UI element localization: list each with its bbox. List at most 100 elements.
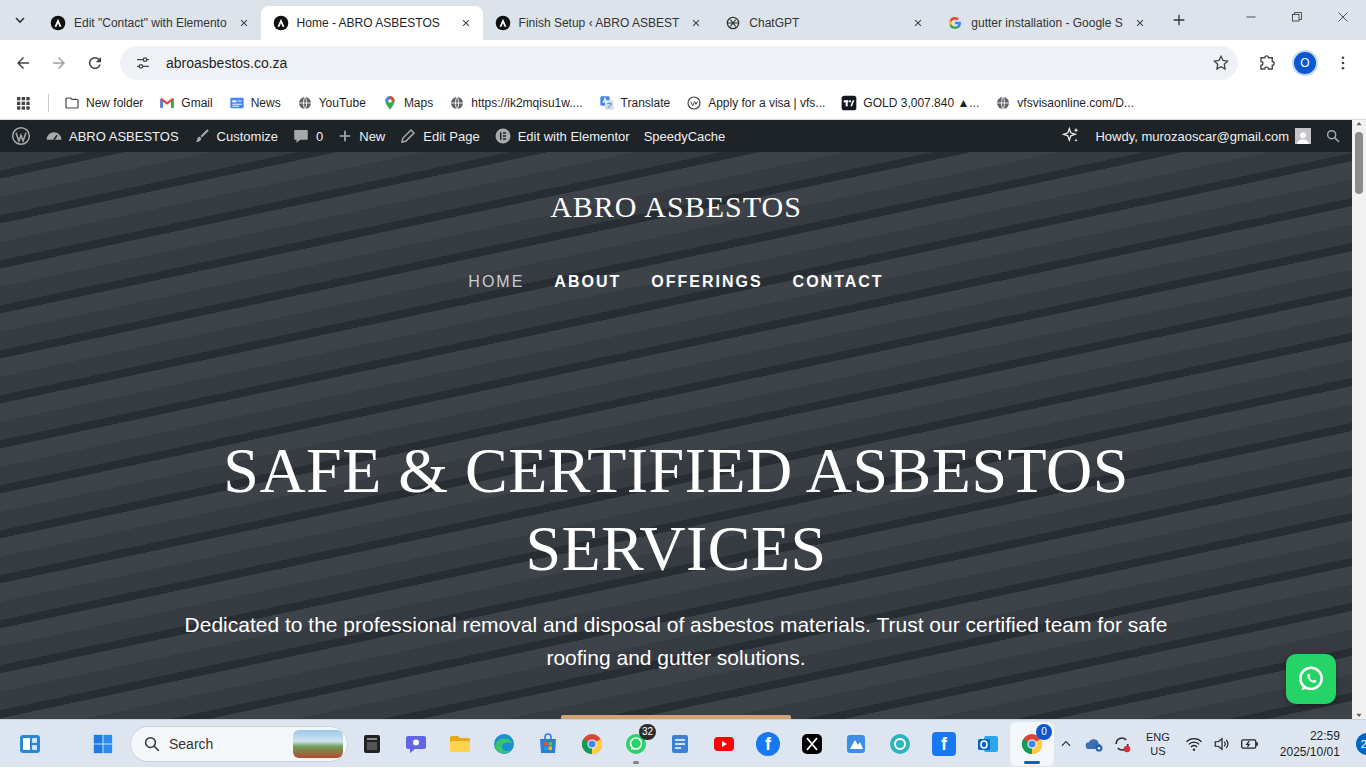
notification-badge: 0 (1036, 724, 1052, 740)
close-icon[interactable] (687, 14, 705, 32)
close-icon[interactable] (235, 14, 253, 32)
close-icon[interactable] (1131, 14, 1149, 32)
notification-count[interactable]: 21 (1356, 733, 1366, 755)
admin-bar-item[interactable]: SpeedyCache (637, 120, 733, 152)
taskbar-app[interactable] (966, 722, 1010, 766)
notification-badge: 32 (639, 724, 656, 740)
taskbar-app[interactable] (790, 722, 834, 766)
show-hidden-chevron-icon[interactable] (1054, 728, 1078, 760)
browser-tab[interactable]: Home - ABRO ASBESTOS (261, 6, 483, 40)
close-window-icon[interactable] (1320, 0, 1366, 34)
admin-bar-item[interactable]: ABRO ASBESTOS (38, 120, 186, 152)
bookmark[interactable]: Translate (592, 92, 678, 114)
onedrive-icon[interactable] (1082, 728, 1106, 760)
clock[interactable]: 22:592025/10/01 (1266, 728, 1346, 760)
search-placeholder: Search (169, 736, 285, 752)
apps-grid-icon[interactable] (6, 86, 40, 120)
volume-icon[interactable] (1210, 728, 1234, 760)
taskbar-app[interactable] (570, 722, 614, 766)
site-settings-icon[interactable] (126, 46, 160, 80)
admin-bar-item[interactable]: Edit Page (392, 120, 486, 152)
admin-bar-item[interactable]: Customize (186, 120, 285, 152)
browser-tab[interactable]: gutter installation - Google S (935, 6, 1157, 40)
admin-bar-item[interactable]: 0 (285, 120, 330, 152)
browser-tab[interactable]: ChatGPT (713, 6, 935, 40)
bookmark-label: https://ik2mqisu1w.... (471, 96, 582, 110)
running-indicator (1024, 761, 1040, 764)
search-box[interactable]: Search (130, 726, 348, 762)
account-menu[interactable]: Howdy, murozaoscar@gmail.com (1088, 120, 1318, 152)
reload-icon[interactable] (78, 46, 112, 80)
extensions-puzzle-icon[interactable] (1250, 46, 1284, 80)
tab-search-icon[interactable] (6, 6, 34, 34)
bookmark[interactable]: Apply for a visa | vfs... (679, 92, 832, 114)
widgets-icon[interactable] (8, 722, 52, 766)
restore-icon[interactable] (1274, 0, 1320, 34)
notepad-icon (668, 732, 692, 756)
scrollbar-thumb[interactable] (1355, 132, 1363, 194)
minimize-icon[interactable] (1228, 0, 1274, 34)
back-arrow-icon[interactable] (6, 46, 40, 80)
taskbar-app[interactable]: f (922, 722, 966, 766)
taskbar-app[interactable] (482, 722, 526, 766)
wordpress-logo-icon[interactable] (4, 120, 38, 152)
globe-icon (995, 95, 1011, 111)
admin-bar-label: 0 (316, 129, 323, 144)
taskbar-app[interactable] (394, 722, 438, 766)
scroll-down-icon[interactable] (1355, 711, 1363, 719)
bookmark[interactable]: https://ik2mqisu1w.... (442, 92, 589, 114)
taskbar-app[interactable] (438, 722, 482, 766)
close-icon[interactable] (909, 14, 927, 32)
whatsapp-chat-icon[interactable] (1286, 654, 1336, 704)
language-indicator[interactable]: ENGUS (1138, 730, 1178, 758)
nav-link[interactable]: ABOUT (554, 272, 621, 292)
taskbar-app[interactable]: f (746, 722, 790, 766)
taskbar-app[interactable] (350, 722, 394, 766)
taskbar-app[interactable] (526, 722, 570, 766)
site-title[interactable]: ABRO ASBESTOS (0, 189, 1352, 225)
bookmark-label: Gmail (181, 96, 212, 110)
windows-start-icon[interactable] (81, 722, 125, 766)
taskbar-app[interactable]: 0 (1010, 722, 1054, 766)
browser-tab[interactable]: Finish Setup ‹ ABRO ASBEST (483, 6, 714, 40)
address-bar[interactable]: abroasbestos.co.za (120, 46, 1238, 80)
maps-icon (382, 95, 398, 111)
search-icon[interactable] (1318, 120, 1348, 152)
cta-button[interactable] (561, 715, 791, 719)
taskbar-app[interactable] (658, 722, 702, 766)
taskbar-app[interactable] (702, 722, 746, 766)
taskbar-app[interactable]: 32 (614, 722, 658, 766)
admin-bar-item[interactable]: New (330, 120, 392, 152)
wifi-icon[interactable] (1182, 728, 1206, 760)
tab-title: Edit "Contact" with Elemento (74, 16, 227, 30)
star-icon[interactable] (1212, 54, 1230, 72)
scroll-up-icon[interactable] (1355, 120, 1363, 128)
bookmark[interactable]: New folder (57, 92, 150, 114)
admin-bar-item[interactable]: Edit with Elementor (487, 120, 637, 152)
bookmark[interactable]: Maps (375, 92, 440, 114)
bookmark-label: vfsvisaonline.com/D... (1017, 96, 1134, 110)
address-text[interactable]: abroasbestos.co.za (166, 55, 1206, 71)
scrollbar[interactable] (1352, 120, 1366, 719)
bookmark[interactable]: vfsvisaonline.com/D... (988, 92, 1141, 114)
menu-dots-icon[interactable] (1326, 46, 1360, 80)
bookmark[interactable]: News (222, 92, 288, 114)
sparkle-icon[interactable] (1054, 120, 1088, 152)
forward-arrow-icon[interactable] (42, 46, 76, 80)
bookmark[interactable]: YouTube (290, 92, 373, 114)
sync-icon[interactable] (1110, 728, 1134, 760)
nav-link[interactable]: CONTACT (793, 272, 884, 292)
close-icon[interactable] (457, 14, 475, 32)
nav-link[interactable]: OFFERINGS (651, 272, 762, 292)
bookmark[interactable]: Gmail (152, 92, 219, 114)
tab-title: ChatGPT (749, 16, 901, 30)
taskbar-app[interactable] (834, 722, 878, 766)
bookmark[interactable]: GOLD 3,007.840 ▲... (834, 92, 986, 114)
tab-strip: Edit "Contact" with Elemento Home - ABRO … (0, 0, 1366, 40)
plus-icon[interactable] (1165, 6, 1193, 34)
profile-button[interactable]: O (1292, 50, 1318, 76)
taskbar-app[interactable] (878, 722, 922, 766)
nav-link[interactable]: HOME (468, 272, 524, 292)
battery-icon[interactable] (1238, 728, 1262, 760)
browser-tab[interactable]: Edit "Contact" with Elemento (38, 6, 261, 40)
